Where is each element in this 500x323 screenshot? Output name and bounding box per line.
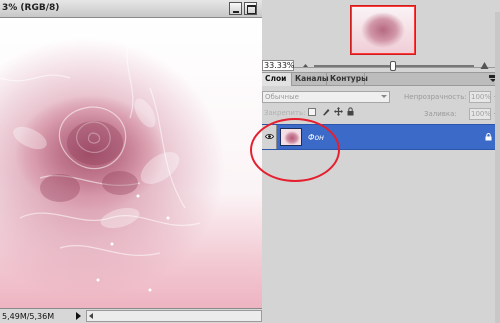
status-menu-arrow-icon[interactable] — [76, 312, 81, 320]
lock-label: Закрепить: — [264, 109, 306, 117]
horizontal-scrollbar[interactable] — [86, 310, 262, 322]
opacity-label: Непрозрачность: — [404, 93, 467, 101]
fill-label: Заливка: — [424, 110, 457, 118]
layer-lock-icon — [485, 133, 492, 141]
chevron-down-icon — [381, 95, 387, 98]
opacity-input[interactable]: 100% — [469, 91, 491, 103]
layers-panel: Слои Каналы Контуры Обычные Непрозрачнос… — [262, 72, 500, 323]
navigator-preview[interactable] — [350, 5, 416, 55]
document-window: 3% (RGB/8) 5,49M/5,36M — [0, 0, 262, 323]
document-title-bar[interactable]: 3% (RGB/8) — [0, 0, 262, 18]
tab-channels[interactable]: Каналы — [292, 73, 329, 86]
zoom-out-icon[interactable] — [302, 62, 309, 69]
navigator-view-box[interactable] — [351, 6, 415, 54]
blend-mode-select[interactable]: Обычные — [262, 91, 390, 103]
minimize-button[interactable] — [229, 2, 242, 15]
document-status-bar: 5,49M/5,36M — [0, 308, 262, 323]
scroll-left-icon[interactable] — [89, 313, 93, 319]
brush-icon[interactable] — [322, 107, 331, 116]
navigator-panel — [262, 0, 500, 68]
zoom-slider-handle[interactable] — [390, 61, 396, 71]
image-canvas[interactable] — [0, 18, 262, 308]
tab-layers[interactable]: Слои — [262, 73, 292, 86]
move-icon[interactable] — [334, 107, 343, 116]
layers-panel-tabs: Слои Каналы Контуры — [262, 72, 500, 86]
annotation-circle — [250, 118, 340, 182]
panel-edge-strip — [495, 12, 500, 323]
document-title: 3% (RGB/8) — [2, 3, 60, 13]
blend-mode-value: Обычные — [265, 93, 299, 101]
maximize-button[interactable] — [244, 2, 257, 15]
lock-icon[interactable] — [346, 107, 355, 116]
fill-input[interactable]: 100% — [469, 108, 491, 120]
navigator-zoom-row: 33.33% — [262, 60, 500, 72]
zoom-in-icon[interactable] — [480, 61, 489, 70]
lock-transparency-checkbox[interactable] — [308, 108, 316, 116]
document-size: 5,49M/5,36M — [2, 312, 55, 321]
tab-paths[interactable]: Контуры — [327, 73, 368, 86]
rose-artwork — [0, 24, 201, 292]
zoom-input[interactable]: 33.33% — [262, 60, 295, 71]
